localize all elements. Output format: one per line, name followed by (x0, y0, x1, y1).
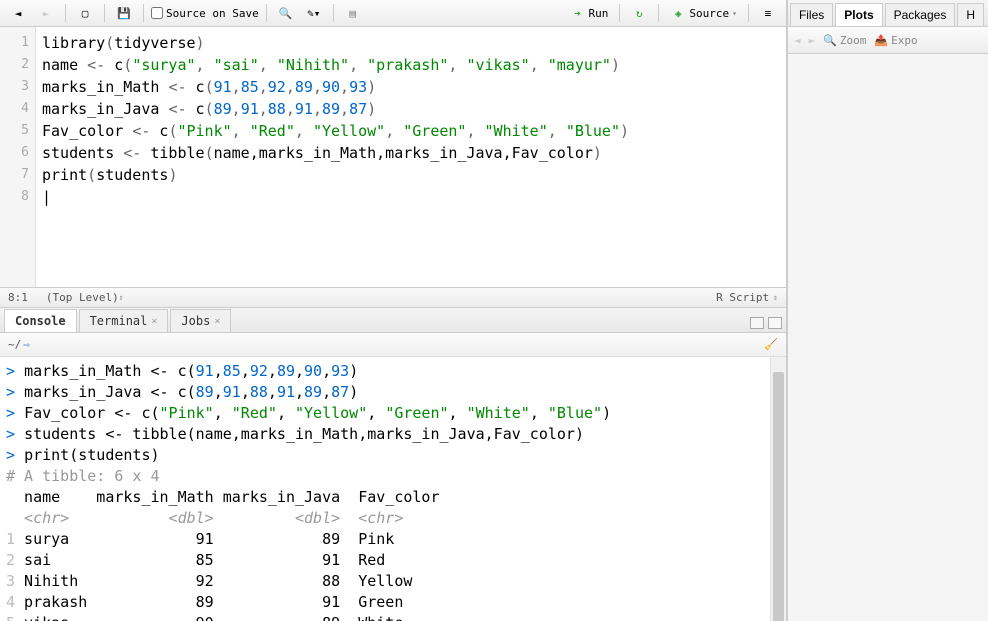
wand-icon: ✎▾ (306, 5, 322, 21)
forward-button[interactable]: ► (34, 3, 58, 23)
right-panel: Files Plots Packages H ◄ ► 🔍Zoom 📤Expo (787, 0, 988, 621)
tab-jobs[interactable]: Jobs× (170, 309, 231, 332)
tab-packages[interactable]: Packages (885, 3, 956, 26)
plot-back-button[interactable]: ◄ (794, 34, 801, 47)
rerun-button[interactable]: ↻ (627, 3, 651, 23)
console-tab-bar: Console Terminal× Jobs× (0, 307, 786, 333)
file-type-label[interactable]: R Script (716, 291, 769, 304)
console-scrollbar[interactable] (770, 357, 786, 621)
save-button[interactable]: 💾 (112, 3, 136, 23)
source-icon: ◈ (670, 5, 686, 21)
maximize-pane-button[interactable] (768, 317, 782, 329)
file-type-dropdown-icon[interactable]: ⇕ (773, 293, 778, 302)
run-icon: ➔ (569, 5, 585, 21)
console-output[interactable]: > marks_in_Math <- c(91,85,92,89,90,93)>… (0, 357, 786, 621)
close-icon[interactable]: × (214, 316, 220, 327)
source-button[interactable]: ◈Source ▾ (666, 3, 741, 23)
source-on-save-input[interactable] (151, 7, 163, 19)
close-icon[interactable]: × (151, 316, 157, 327)
source-on-save-checkbox[interactable]: Source on Save (151, 7, 259, 20)
report-button[interactable]: ▤ (341, 3, 365, 23)
plots-toolbar: ◄ ► 🔍Zoom 📤Expo (788, 27, 988, 54)
find-button[interactable]: 🔍 (274, 3, 298, 23)
zoom-icon: 🔍 (823, 34, 837, 47)
back-button[interactable]: ◄ (6, 3, 30, 23)
minimize-pane-button[interactable] (750, 317, 764, 329)
run-button[interactable]: ➔Run (565, 3, 612, 23)
tab-files[interactable]: Files (790, 3, 833, 26)
report-icon: ▤ (345, 5, 361, 21)
show-in-new-window-button[interactable]: ▢ (73, 3, 97, 23)
search-icon: 🔍 (278, 5, 294, 21)
save-icon: 💾 (116, 5, 132, 21)
plot-forward-button[interactable]: ► (809, 34, 816, 47)
popout-icon: ▢ (77, 5, 93, 21)
console-header: ~/ ⇨ 🧹 (0, 333, 786, 357)
tab-help[interactable]: H (957, 3, 984, 26)
editor-toolbar: ◄ ► ▢ 💾 Source on Save 🔍 ✎▾ ▤ ➔Run ↻ ◈So… (0, 0, 786, 27)
arrow-left-icon: ◄ (10, 5, 26, 21)
line-gutter: 1 2 3 4 5 6 7 8 (0, 27, 36, 287)
source-on-save-label: Source on Save (166, 7, 259, 20)
code-editor[interactable]: 1 2 3 4 5 6 7 8 library(tidyverse) name … (0, 27, 786, 287)
export-button[interactable]: 📤Expo (874, 34, 917, 47)
tab-console[interactable]: Console (4, 309, 77, 332)
console-path: ~/ (8, 338, 21, 351)
tab-plots[interactable]: Plots (835, 3, 882, 26)
scope-label[interactable]: (Top Level) (46, 291, 119, 304)
wand-button[interactable]: ✎▾ (302, 3, 326, 23)
export-icon: 📤 (874, 34, 888, 47)
code-area[interactable]: library(tidyverse) name <- c("surya", "s… (36, 27, 786, 287)
console-path-icon[interactable]: ⇨ (23, 338, 30, 351)
zoom-button[interactable]: 🔍Zoom (823, 34, 866, 47)
cursor-position: 8:1 (8, 291, 28, 304)
editor-statusbar: 8:1 (Top Level) ⇕ R Script ⇕ (0, 287, 786, 307)
scope-dropdown-icon[interactable]: ⇕ (119, 293, 124, 302)
rerun-icon: ↻ (631, 5, 647, 21)
outline-icon: ≡ (760, 5, 776, 21)
arrow-right-icon: ► (38, 5, 54, 21)
right-tab-bar: Files Plots Packages H (788, 0, 988, 27)
clear-console-icon[interactable]: 🧹 (764, 338, 778, 351)
outline-button[interactable]: ≡ (756, 3, 780, 23)
scrollbar-thumb[interactable] (773, 372, 784, 621)
tab-terminal[interactable]: Terminal× (79, 309, 169, 332)
